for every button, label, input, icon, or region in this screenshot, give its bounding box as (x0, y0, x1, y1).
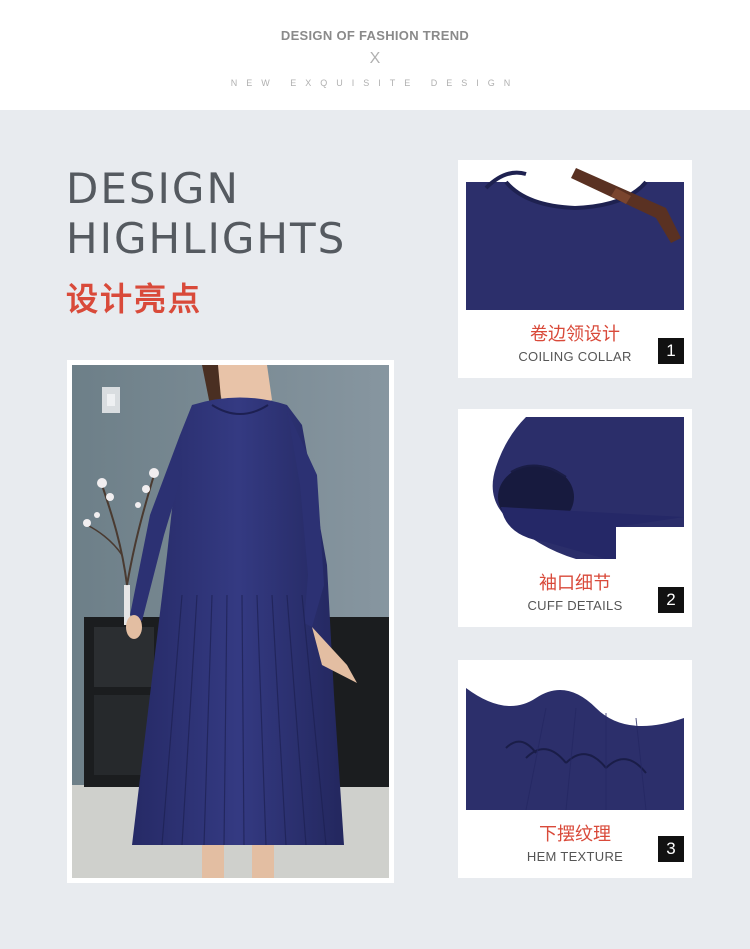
feature-card-collar: 卷边领设计 COILING COLLAR 1 (458, 160, 692, 378)
feature-number-badge: 1 (658, 338, 684, 364)
feature-number-badge: 3 (658, 836, 684, 862)
feature-card-hem: 下摆纹理 HEM TEXTURE 3 (458, 660, 692, 878)
hem-detail-image (466, 668, 684, 810)
headline: DESIGN HIGHLIGHTS (66, 164, 366, 264)
header-separator: X (369, 50, 381, 67)
collar-detail-image (466, 168, 684, 310)
header-subtitle: NEW EXQUISITE DESIGN (230, 78, 520, 88)
feature-title-en: HEM TEXTURE (526, 849, 624, 864)
header-title: DESIGN OF FASHION TREND (280, 28, 470, 43)
model-photo-frame (67, 360, 394, 883)
feature-title-cn: 卷边领设计 (530, 324, 620, 345)
feature-number-badge: 2 (658, 587, 684, 613)
headline-line1: DESIGN (66, 164, 240, 213)
headline-line2: HIGHLIGHTS (66, 214, 347, 263)
model-photo (72, 365, 389, 878)
header-band: DESIGN OF FASHION TREND X NEW EXQUISITE … (0, 0, 750, 110)
headline-chinese: 设计亮点 (66, 280, 203, 318)
feature-card-cuff: 袖口细节 CUFF DETAILS 2 (458, 409, 692, 627)
cuff-detail-image (466, 417, 684, 559)
feature-title-en: CUFF DETAILS (527, 598, 623, 613)
feature-title-en: COILING COLLAR (518, 349, 632, 364)
feature-title-cn: 袖口细节 (539, 573, 611, 594)
feature-title-cn: 下摆纹理 (539, 824, 611, 845)
